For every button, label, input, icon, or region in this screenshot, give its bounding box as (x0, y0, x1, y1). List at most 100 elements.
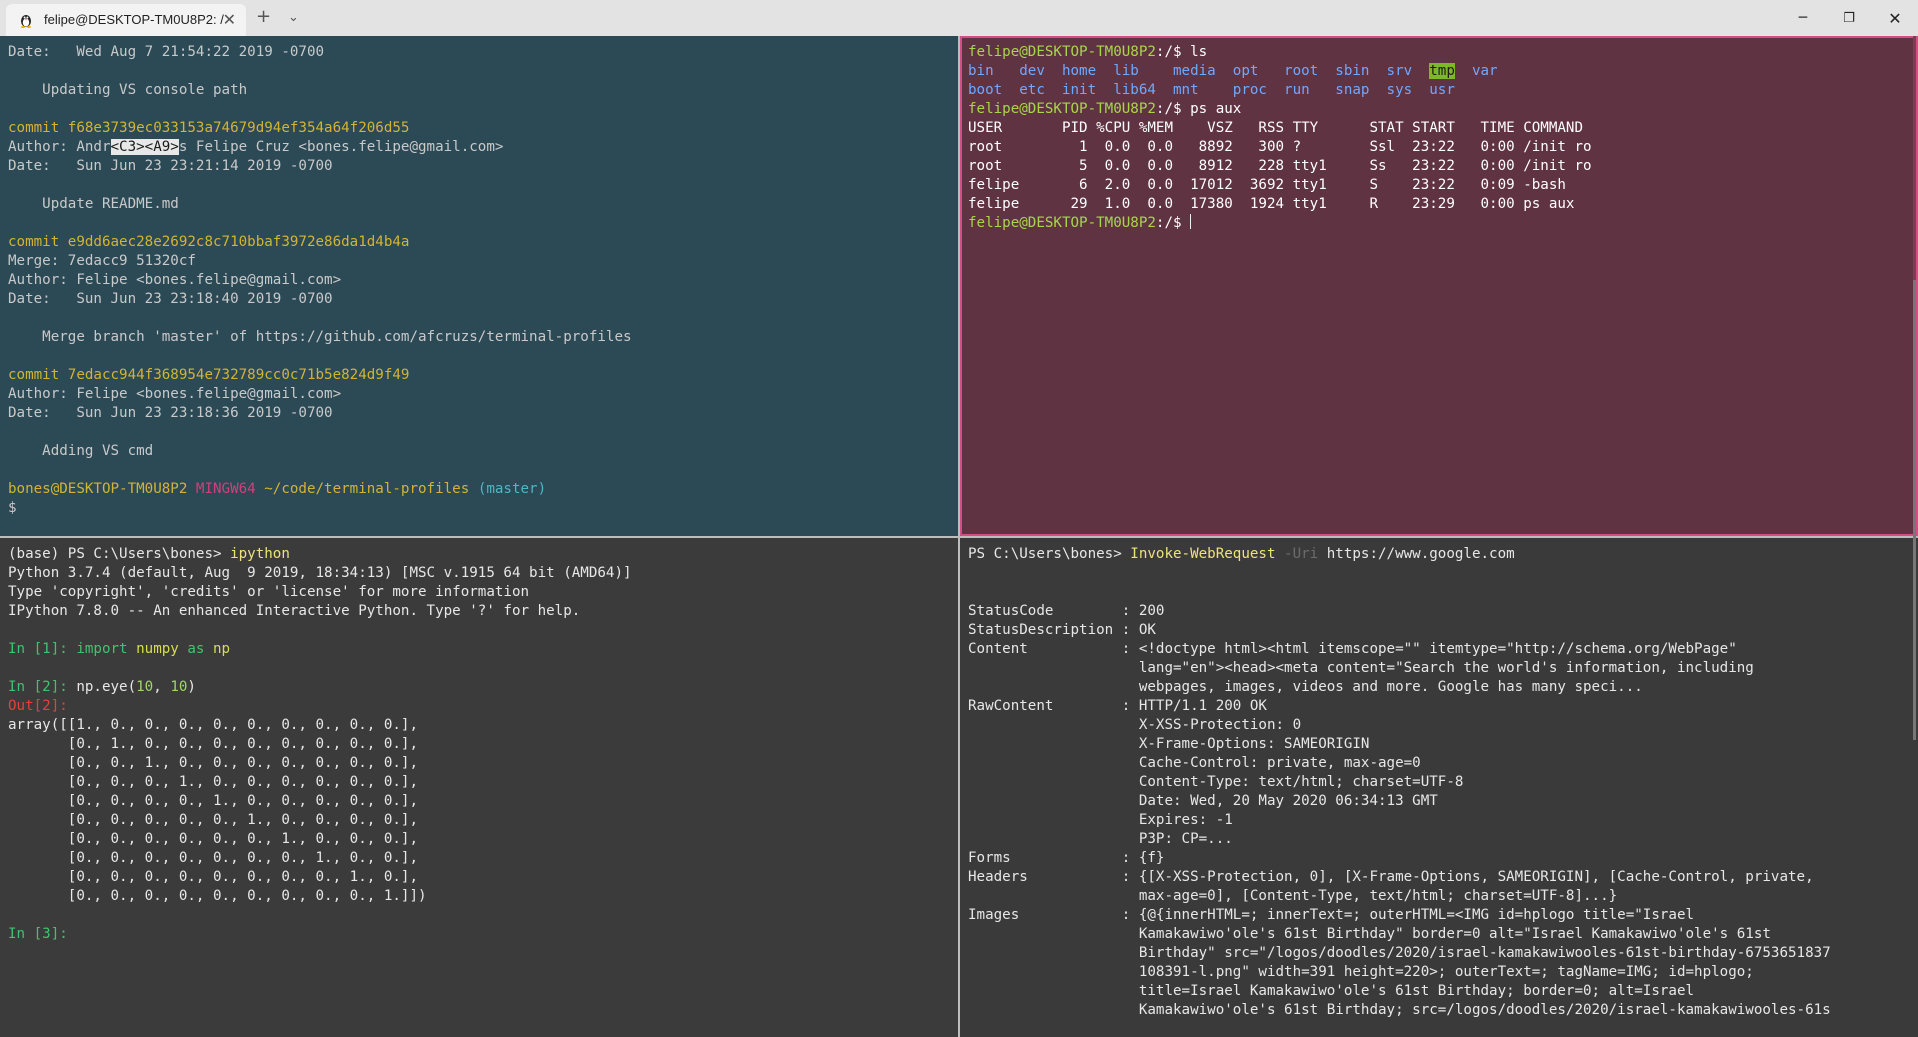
terminal-text: In [2]: (8, 679, 77, 695)
terminal-line: [0., 0., 0., 0., 0., 0., 1., 0., 0., 0.]… (8, 830, 950, 849)
terminal-text: Headers : {[X-XSS-Protection, 0], [X-Fra… (968, 869, 1814, 885)
terminal-text: felipe@DESKTOP-TM0U8P2 (968, 215, 1156, 231)
terminal-line: commit 7edacc944f368954e732789cc0c71b5e8… (8, 366, 950, 385)
terminal-line: boot etc init lib64 mnt proc run snap sy… (968, 81, 1910, 100)
terminal-line: Merge branch 'master' of https://github.… (8, 328, 950, 347)
terminal-line: USER PID %CPU %MEM VSZ RSS TTY STAT STAR… (968, 119, 1910, 138)
terminal-line: Headers : {[X-XSS-Protection, 0], [X-Fra… (968, 868, 1910, 887)
terminal-text: boot etc init lib64 mnt proc run snap sy… (968, 82, 1455, 98)
terminal-line: Date: Sun Jun 23 23:18:36 2019 -0700 (8, 404, 950, 423)
terminal-line: root 1 0.0 0.0 8892 300 ? Ssl 23:22 0:00… (968, 138, 1910, 157)
terminal-text: Date: Sun Jun 23 23:18:36 2019 -0700 (8, 405, 333, 421)
terminal-text: RawContent : HTTP/1.1 200 OK (968, 698, 1267, 714)
terminal-line: title=Israel Kamakawiwo'ole's 61st Birth… (968, 982, 1910, 1001)
terminal-text: [0., 0., 0., 0., 1., 0., 0., 0., 0., 0.]… (8, 793, 418, 809)
terminal-text: StatusDescription : OK (968, 622, 1156, 638)
terminal-text: lang="en"><head><meta content="Search th… (968, 660, 1754, 676)
wsl-ubuntu-pane[interactable]: felipe@DESKTOP-TM0U8P2:/$ ls bin dev home… (960, 36, 1918, 536)
minimize-button[interactable]: ─ (1780, 0, 1826, 36)
terminal-text: PS C:\Users\bones> (968, 546, 1131, 562)
terminal-text: bin dev home lib media opt root sbin srv (968, 63, 1430, 79)
git-bash-pane[interactable]: Date: Wed Aug 7 21:54:22 2019 -0700 Upda… (0, 36, 958, 536)
scrollbar[interactable] (1913, 280, 1916, 740)
terminal-line: Python 3.7.4 (default, Aug 9 2019, 18:34… (8, 564, 950, 583)
terminal-text: Birthday" src="/logos/doodles/2020/israe… (968, 945, 1831, 961)
terminal-text: Author: Andr (8, 139, 111, 155)
terminal-text: Content : <!doctype html><html itemscope… (968, 641, 1737, 657)
terminal-line: [0., 0., 0., 0., 0., 0., 0., 0., 0., 1.]… (8, 887, 950, 906)
terminal-text: MINGW64 (195, 481, 265, 497)
terminal-text: , (153, 679, 171, 695)
maximize-button[interactable]: ❐ (1826, 0, 1872, 36)
terminal-line: Images : {@{innerHTML=; innerText=; oute… (968, 906, 1910, 925)
terminal-line: root 5 0.0 0.0 8912 228 tty1 Ss 23:22 0:… (968, 157, 1910, 176)
terminal-text: Merge branch 'master' of https://github.… (8, 329, 632, 345)
terminal-line: StatusDescription : OK (968, 621, 1910, 640)
terminal-text: Date: Wed, 20 May 2020 06:34:13 GMT (968, 793, 1438, 809)
terminal-text: Invoke-WebRequest (1130, 546, 1285, 562)
terminal-text: [0., 0., 0., 0., 0., 0., 0., 0., 1., 0.]… (8, 869, 418, 885)
terminal-text: Merge: 7edacc9 51320cf (8, 253, 196, 269)
terminal-line: lang="en"><head><meta content="Search th… (968, 659, 1910, 678)
terminal-text: felipe 29 1.0 0.0 17380 1924 tty1 R 23:2… (968, 196, 1575, 212)
terminal-line: Kamakawiwo'ole's 61st Birthday; src=/log… (968, 1001, 1910, 1020)
terminal-text: Expires: -1 (968, 812, 1233, 828)
terminal-text: Update README.md (8, 196, 179, 212)
terminal-line: Cache-Control: private, max-age=0 (968, 754, 1910, 773)
terminal-text: import (76, 641, 137, 657)
terminal-line: $ (8, 499, 950, 518)
terminal-line: Date: Wed, 20 May 2020 06:34:13 GMT (968, 792, 1910, 811)
terminal-line: (base) PS C:\Users\bones> ipython (8, 545, 950, 564)
terminal-text: :/$ (1155, 215, 1191, 231)
terminal-line: [0., 0., 0., 0., 0., 0., 0., 0., 1., 0.]… (8, 868, 950, 887)
terminal-line: In [2]: np.eye(10, 10) (8, 678, 950, 697)
terminal-text: [0., 0., 0., 0., 0., 0., 0., 1., 0., 0.]… (8, 850, 418, 866)
terminal-text: [0., 0., 0., 0., 0., 0., 0., 0., 0., 1.]… (8, 888, 427, 904)
terminal-line: felipe@DESKTOP-TM0U8P2:/$ (968, 214, 1910, 233)
terminal-text: Updating VS console path (8, 82, 248, 98)
terminal-text: P3P: CP=... (968, 831, 1233, 847)
terminal-text: felipe 6 2.0 0.0 17012 3692 tty1 S 23:22… (968, 177, 1566, 193)
terminal-text: Cache-Control: private, max-age=0 (968, 755, 1421, 771)
chevron-down-icon[interactable]: ⌄ (288, 10, 299, 25)
terminal-text: Out[2]: (8, 698, 68, 714)
terminal-line: commit e9dd6aec28e2692c8c710bbaf3972e86d… (8, 233, 950, 252)
powershell-pane[interactable]: PS C:\Users\bones> Invoke-WebRequest -Ur… (960, 538, 1918, 1037)
terminal-line: Update README.md (8, 195, 950, 214)
terminal-text: (base) PS C:\Users\bones> (8, 546, 231, 562)
terminal-text: ]: (50, 641, 77, 657)
terminal-text: bones@DESKTOP-TM0U8P2 (8, 481, 196, 497)
terminal-text: [0., 0., 0., 0., 0., 0., 1., 0., 0., 0.]… (8, 831, 418, 847)
terminal-text: webpages, images, videos and more. Googl… (968, 679, 1643, 695)
close-window-button[interactable]: ✕ (1872, 0, 1918, 36)
tab-close-icon[interactable]: ✕ (223, 10, 236, 30)
terminal-line: felipe@DESKTOP-TM0U8P2:/$ ls (968, 43, 1910, 62)
pane-divider-horizontal[interactable] (0, 536, 1918, 538)
terminal-text: s Felipe Cruz <bones.felipe@gmail.com> (178, 139, 504, 155)
terminal-line: Birthday" src="/logos/doodles/2020/israe… (968, 944, 1910, 963)
terminal-line: webpages, images, videos and more. Googl… (968, 678, 1910, 697)
terminal-line: Content : <!doctype html><html itemscope… (968, 640, 1910, 659)
terminal-text: numpy (136, 641, 188, 657)
title-bar: felipe@DESKTOP-TM0U8P2: / ✕ + ⌄ ─ ❐ ✕ (0, 0, 1918, 37)
new-tab-button[interactable]: + (256, 6, 271, 27)
terminal-line: [0., 0., 0., 0., 0., 0., 0., 1., 0., 0.]… (8, 849, 950, 868)
terminal-line: Forms : {f} (968, 849, 1910, 868)
terminal-text: title=Israel Kamakawiwo'ole's 61st Birth… (968, 983, 1695, 999)
ipython-powershell-pane[interactable]: (base) PS C:\Users\bones> ipython Python … (0, 538, 958, 1037)
terminal-text: felipe@DESKTOP-TM0U8P2 (968, 101, 1156, 117)
terminal-text: Python 3.7.4 (default, Aug 9 2019, 18:34… (8, 565, 632, 581)
terminal-tab[interactable]: felipe@DESKTOP-TM0U8P2: / ✕ (6, 4, 246, 36)
terminal-line: StatusCode : 200 (968, 602, 1910, 621)
terminal-text: Content-Type: text/html; charset=UTF-8 (968, 774, 1464, 790)
terminal-text: root 1 0.0 0.0 8892 300 ? Ssl 23:22 0:00… (968, 139, 1592, 155)
terminal-line: [0., 0., 0., 1., 0., 0., 0., 0., 0., 0.]… (8, 773, 950, 792)
